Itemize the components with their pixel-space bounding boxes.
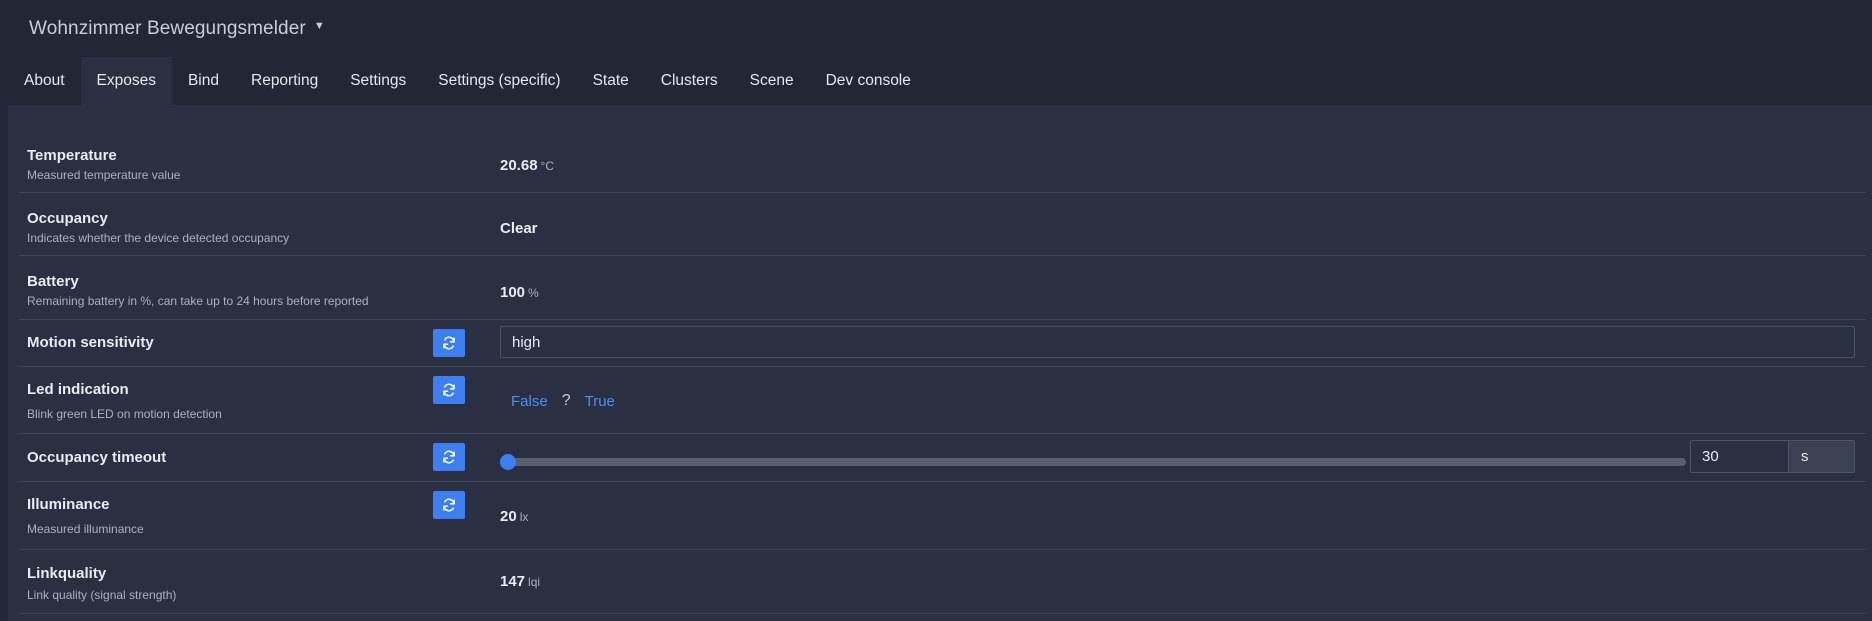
tab-settings[interactable]: Settings xyxy=(334,57,422,105)
illuminance-description: Measured illuminance xyxy=(27,522,144,536)
led-unknown-state: ? xyxy=(561,392,571,409)
illuminance-label: Illuminance xyxy=(27,496,110,513)
illuminance-refresh-button[interactable] xyxy=(433,491,465,519)
led-indication-label: Led indication xyxy=(27,381,129,398)
occupancy-timeout-refresh-button[interactable] xyxy=(433,443,465,471)
temperature-label: Temperature xyxy=(27,147,117,164)
exposes-list: Temperature Measured temperature value 2… xyxy=(19,130,1866,614)
tab-clusters[interactable]: Clusters xyxy=(645,57,734,105)
expose-row-occupancy: Occupancy Indicates whether the device d… xyxy=(19,193,1866,256)
refresh-icon xyxy=(443,450,455,464)
expose-row-occupancy-timeout: Occupancy timeout 30 s xyxy=(19,434,1866,482)
linkquality-description: Link quality (signal strength) xyxy=(27,588,177,602)
tab-state[interactable]: State xyxy=(577,57,645,105)
linkquality-label: Linkquality xyxy=(27,565,107,582)
battery-value-wrap: 100% xyxy=(500,284,539,301)
led-true-button[interactable]: True xyxy=(585,393,615,410)
temperature-unit: °C xyxy=(540,159,555,173)
slider-handle[interactable] xyxy=(500,454,516,470)
linkquality-value-wrap: 147 lqi xyxy=(500,573,540,590)
expose-row-battery: Battery Remaining battery in %, can take… xyxy=(19,256,1866,320)
occupancy-description: Indicates whether the device detected oc… xyxy=(27,231,290,245)
battery-description: Remaining battery in %, can take up to 2… xyxy=(27,294,369,308)
tab-settings-specific[interactable]: Settings (specific) xyxy=(422,57,576,105)
linkquality-unit: lqi xyxy=(528,575,541,589)
expose-row-temperature: Temperature Measured temperature value 2… xyxy=(19,130,1866,193)
expose-row-linkquality: Linkquality Link quality (signal strengt… xyxy=(19,550,1866,614)
illuminance-unit: lx xyxy=(519,510,529,524)
tab-bind[interactable]: Bind xyxy=(172,57,235,105)
refresh-icon xyxy=(443,336,455,350)
device-title: Wohnzimmer Bewegungsmelder xyxy=(29,17,306,39)
tab-bar: About Exposes Bind Reporting Settings Se… xyxy=(0,57,1872,105)
tab-about[interactable]: About xyxy=(8,57,81,105)
chevron-down-icon: ▼ xyxy=(313,20,325,33)
temperature-value: 20.68 xyxy=(500,157,538,174)
tab-exposes[interactable]: Exposes xyxy=(80,57,172,105)
occupancy-value: Clear xyxy=(500,220,538,237)
top-bar: Wohnzimmer Bewegungsmelder ▼ xyxy=(0,0,1872,57)
led-false-button[interactable]: False xyxy=(511,393,548,410)
led-indication-description: Blink green LED on motion detection xyxy=(27,407,222,421)
occupancy-label: Occupancy xyxy=(27,210,108,227)
linkquality-value: 147 xyxy=(500,573,526,590)
tab-dev-console[interactable]: Dev console xyxy=(810,57,927,105)
battery-unit: % xyxy=(528,286,539,300)
motion-sensitivity-label: Motion sensitivity xyxy=(27,334,154,351)
refresh-icon xyxy=(443,383,455,397)
motion-sensitivity-select[interactable]: high xyxy=(500,326,1855,358)
temperature-description: Measured temperature value xyxy=(27,168,181,182)
device-selector[interactable]: Wohnzimmer Bewegungsmelder ▼ xyxy=(29,18,325,40)
led-indication-toggle: False ? True xyxy=(511,392,615,410)
occupancy-timeout-unit: s xyxy=(1789,440,1855,473)
illuminance-value-wrap: 20 lx xyxy=(500,508,528,525)
occupancy-timeout-label: Occupancy timeout xyxy=(27,449,167,466)
refresh-icon xyxy=(443,498,455,512)
exposes-panel: Temperature Measured temperature value 2… xyxy=(8,105,1872,621)
occupancy-timeout-input[interactable]: 30 xyxy=(1690,440,1789,473)
motion-sensitivity-refresh-button[interactable] xyxy=(433,329,465,357)
illuminance-value: 20 xyxy=(500,508,517,525)
battery-value: 100 xyxy=(500,284,526,301)
battery-label: Battery xyxy=(27,273,79,290)
expose-row-illuminance: Illuminance Measured illuminance 20 lx xyxy=(19,482,1866,550)
tab-scene[interactable]: Scene xyxy=(734,57,810,105)
expose-row-led-indication: Led indication Blink green LED on motion… xyxy=(19,367,1866,434)
led-indication-refresh-button[interactable] xyxy=(433,376,465,404)
occupancy-timeout-slider[interactable] xyxy=(500,454,1686,470)
temperature-value-wrap: 20.68 °C xyxy=(500,157,554,174)
expose-row-motion-sensitivity: Motion sensitivity high xyxy=(19,320,1866,367)
tab-reporting[interactable]: Reporting xyxy=(235,57,334,105)
